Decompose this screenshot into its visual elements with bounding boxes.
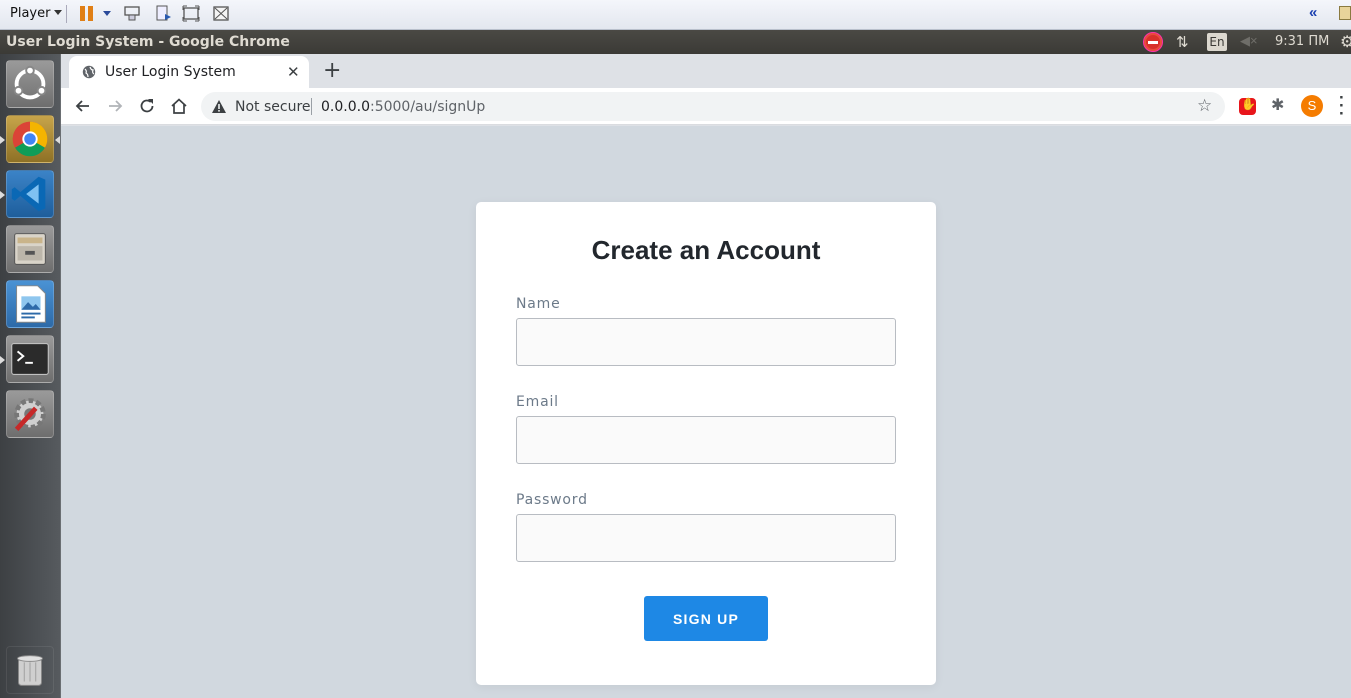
fullscreen-icon[interactable] — [182, 5, 200, 22]
focused-indicator — [55, 136, 60, 144]
network-icon[interactable]: ⇅ — [1176, 33, 1189, 51]
unity-mode-icon[interactable] — [212, 5, 230, 22]
email-field[interactable] — [516, 416, 896, 464]
tab-title: User Login System — [105, 64, 236, 80]
profile-avatar[interactable]: S — [1301, 95, 1323, 117]
back-button[interactable] — [73, 96, 93, 116]
stop-icon[interactable] — [1143, 32, 1163, 52]
warning-icon[interactable] — [211, 99, 227, 114]
password-label: Password — [516, 492, 588, 508]
arrow-left-icon — [75, 100, 89, 112]
more-menu-icon[interactable]: · · · — [1339, 89, 1345, 122]
vm-player-toolbar: Player « — [0, 0, 1351, 30]
trash-icon[interactable] — [6, 646, 54, 694]
close-icon[interactable]: ✕ — [287, 63, 300, 81]
toolbar-divider — [66, 5, 67, 23]
password-field[interactable] — [516, 514, 896, 562]
window-title: User Login System - Google Chrome — [6, 34, 290, 50]
page-title: Create an Account — [591, 235, 821, 265]
bookmark-star-icon[interactable]: ☆ — [1197, 96, 1212, 116]
removable-devices-icon[interactable] — [155, 5, 173, 22]
pause-icon[interactable] — [80, 6, 94, 21]
double-chevron-left-icon[interactable]: « — [1309, 4, 1317, 21]
signup-card: Create an Account Name Email Password SI… — [476, 202, 936, 685]
system-settings-icon[interactable] — [6, 390, 54, 438]
new-tab-button[interactable]: + — [323, 58, 341, 83]
url-path: :5000/au/signUp — [369, 99, 486, 115]
adblock-extension-icon[interactable] — [1239, 97, 1256, 115]
volume-muted-icon[interactable]: ◀× — [1240, 33, 1258, 49]
send-ctrl-alt-del-icon[interactable] — [123, 5, 141, 22]
reload-icon — [140, 99, 154, 113]
chrome-icon[interactable] — [6, 115, 54, 163]
player-menu-label: Player — [10, 6, 51, 21]
pause-menu-caret-icon[interactable] — [103, 11, 111, 16]
clock[interactable]: 9:31 ПМ — [1275, 34, 1329, 49]
extensions-puzzle-icon[interactable]: ✱ — [1271, 95, 1284, 115]
vscode-icon[interactable] — [6, 170, 54, 218]
email-label: Email — [516, 394, 559, 410]
page-viewport: Create an Account Name Email Password SI… — [61, 126, 1351, 698]
notes-icon[interactable] — [1339, 6, 1351, 20]
file-manager-icon[interactable] — [6, 225, 54, 273]
forward-button[interactable] — [105, 96, 125, 116]
not-secure-label[interactable]: Not secure — [235, 99, 311, 115]
name-label: Name — [516, 296, 561, 312]
ubuntu-dash-icon[interactable] — [6, 60, 54, 108]
keyboard-layout-indicator[interactable]: En — [1207, 33, 1227, 51]
browser-toolbar: Not secure 0.0.0.0:5000/au/signUp ☆ ✱ S … — [61, 88, 1351, 125]
arrow-right-icon — [109, 100, 123, 112]
tab-user-login-system[interactable]: User Login System ✕ — [69, 56, 309, 88]
terminal-icon[interactable] — [6, 335, 54, 383]
home-button[interactable] — [169, 96, 189, 116]
chrome-window: User Login System ✕ + Not secure 0.0.0.0… — [61, 54, 1351, 698]
omnibox-divider — [311, 98, 312, 115]
url-text[interactable]: 0.0.0.0:5000/au/signUp — [321, 99, 485, 115]
url-host: 0.0.0.0 — [321, 99, 370, 115]
sign-up-button[interactable]: SIGN UP — [644, 596, 768, 641]
reload-button[interactable] — [137, 96, 157, 116]
name-field[interactable] — [516, 318, 896, 366]
running-indicator — [0, 191, 5, 199]
libreoffice-impress-icon[interactable] — [6, 280, 54, 328]
tab-strip: User Login System ✕ + — [61, 54, 1351, 88]
home-icon — [171, 98, 187, 114]
gear-icon[interactable]: ⚙ — [1340, 32, 1351, 52]
address-bar[interactable]: Not secure 0.0.0.0:5000/au/signUp ☆ — [201, 92, 1225, 121]
unity-launcher — [0, 54, 61, 698]
ubuntu-top-panel: User Login System - Google Chrome ⇅ En ◀… — [0, 30, 1351, 54]
player-menu[interactable]: Player — [10, 6, 63, 21]
globe-icon — [82, 65, 96, 79]
running-indicator — [0, 356, 5, 364]
chevron-down-icon — [54, 10, 63, 15]
running-indicator — [0, 136, 5, 144]
